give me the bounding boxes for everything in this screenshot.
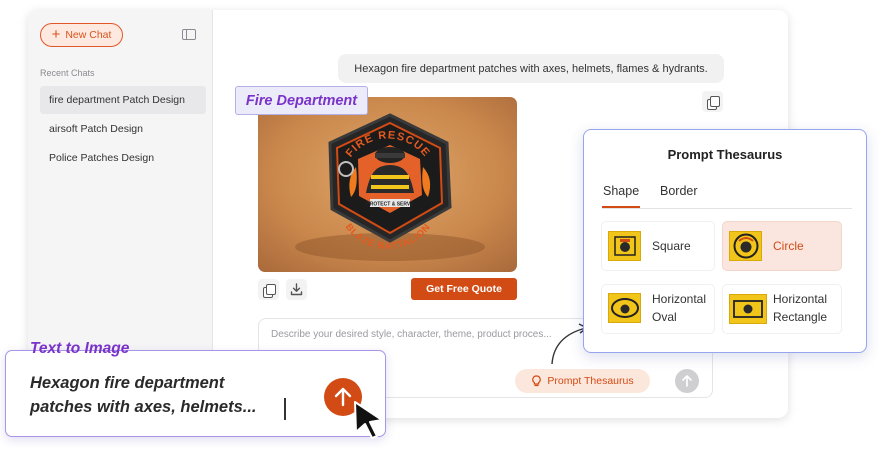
tab-divider <box>602 208 852 209</box>
thesaurus-title: Prompt Thesaurus <box>667 147 783 162</box>
patch-banner-text: PROTECT & SERVE <box>366 202 414 208</box>
download-icon <box>290 283 303 296</box>
shape-option-label: Horizontal Oval <box>652 292 707 324</box>
prompt-thesaurus-button[interactable]: Prompt Thesaurus <box>515 369 650 393</box>
prompt-thesaurus-label: Prompt Thesaurus <box>547 375 634 387</box>
user-message-bubble: Hexagon fire department patches with axe… <box>338 54 724 83</box>
fire-department-label-text: Fire Department <box>245 92 358 109</box>
text-to-image-label: Text to Image <box>30 340 130 357</box>
download-button[interactable] <box>286 279 307 300</box>
new-chat-button[interactable]: + New Chat <box>40 23 123 47</box>
copy-image-button[interactable] <box>258 279 279 300</box>
arrow-up-icon <box>682 375 692 387</box>
copy-message-button[interactable] <box>702 91 723 112</box>
prompt-thesaurus-panel: Prompt Thesaurus Shape Border Square Cir… <box>583 129 867 353</box>
shape-option-label: Horizontal Rectangle <box>773 292 828 324</box>
fire-department-label: Fire Department <box>235 86 368 115</box>
shape-option-horizontal-oval[interactable]: Horizontal Oval <box>602 285 714 333</box>
shape-option-square[interactable]: Square <box>602 222 714 270</box>
text-caret <box>284 398 286 420</box>
tab-shape[interactable]: Shape <box>603 184 639 198</box>
shape-option-label: Circle <box>773 239 804 253</box>
sidebar-item-airsoft[interactable]: airsoft Patch Design <box>40 115 206 143</box>
sidebar-item-label: Police Patches Design <box>49 152 155 164</box>
text-to-image-card: Hexagon fire department patches with axes… <box>5 350 386 437</box>
active-tab-indicator <box>602 206 640 208</box>
lightbulb-icon <box>532 375 542 387</box>
prompt-input-placeholder: Describe your desired style, character, … <box>271 329 552 340</box>
shape-option-horizontal-rectangle[interactable]: Horizontal Rectangle <box>723 285 841 333</box>
copy-icon <box>707 95 720 110</box>
sidebar-item-label: fire department Patch Design <box>49 94 185 106</box>
recent-chats-title: Recent Chats <box>40 68 95 78</box>
tab-border[interactable]: Border <box>660 184 698 198</box>
sidebar-item-police[interactable]: Police Patches Design <box>40 144 206 172</box>
quote-button-label: Get Free Quote <box>426 283 502 295</box>
mouse-cursor-icon <box>354 401 383 439</box>
generated-patch-image: FIRE RESCUE PROTECT & SERVE BLAZE BATTAL… <box>258 97 517 272</box>
copy-icon <box>263 283 276 298</box>
user-message-text: Hexagon fire department patches with axe… <box>354 62 708 75</box>
shape-option-label: Square <box>652 239 691 253</box>
square-patch-thumb-icon <box>608 231 641 261</box>
shape-option-circle[interactable]: Circle <box>723 222 841 270</box>
sidebar-item-fire-department[interactable]: fire department Patch Design <box>40 86 206 114</box>
text-to-image-prompt: Hexagon fire department patches with axes… <box>30 374 257 416</box>
plus-icon: + <box>51 26 61 43</box>
arrow-up-icon <box>334 387 352 407</box>
circle-patch-thumb-icon <box>729 231 762 261</box>
get-free-quote-button[interactable]: Get Free Quote <box>411 278 517 300</box>
new-chat-label: New Chat <box>65 29 112 41</box>
horizontal-rectangle-patch-thumb-icon <box>729 294 767 324</box>
sidebar-toggle-icon[interactable] <box>182 29 196 40</box>
patch-photo: FIRE RESCUE PROTECT & SERVE BLAZE BATTAL… <box>258 97 517 272</box>
horizontal-oval-patch-thumb-icon <box>608 293 641 323</box>
send-button[interactable] <box>675 369 699 393</box>
sidebar-item-label: airsoft Patch Design <box>49 123 143 135</box>
